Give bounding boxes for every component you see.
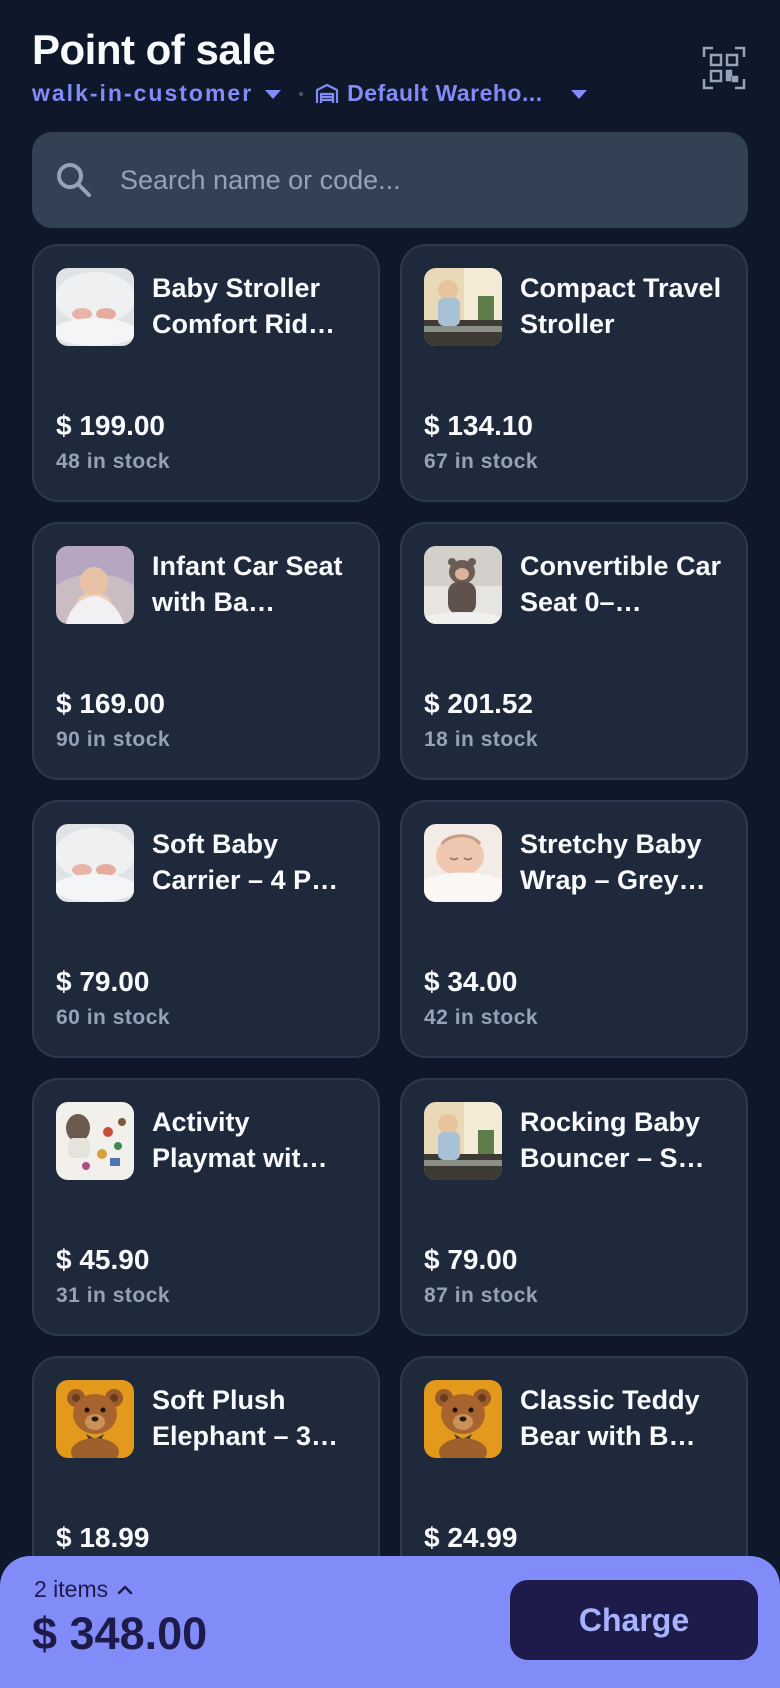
product-image [424, 268, 502, 346]
product-card[interactable]: Infant Car Seat with Ba… $ 169.00 90 in st… [32, 522, 380, 780]
product-card[interactable]: Convertible Car Seat 0–… $ 201.52 18 in st… [400, 522, 748, 780]
product-price: $ 199.00 [56, 410, 165, 441]
product-grid: Baby Stroller Comfort Rid… $ 199.00 48 in … [32, 244, 748, 1614]
charge-button[interactable]: Charge [510, 1580, 758, 1660]
product-stock: 42 in stock [424, 1006, 539, 1029]
product-price: $ 24.99 [424, 1522, 518, 1553]
cart-total: $ 348.00 [32, 1608, 208, 1659]
product-name: Convertible Car Seat 0–… [520, 551, 722, 617]
context-row: walk-in-customer Default Wareho... [32, 80, 748, 107]
product-image [56, 268, 134, 346]
product-card[interactable]: Soft Baby Carrier – 4 P… $ 79.00 60 in sto… [32, 800, 380, 1058]
product-image [56, 824, 134, 902]
chevron-up-icon [117, 1585, 133, 1594]
product-image [424, 546, 502, 624]
product-price: $ 134.10 [424, 410, 533, 441]
product-stock: 60 in stock [56, 1006, 171, 1029]
chevron-down-icon[interactable] [265, 90, 282, 99]
product-card[interactable]: Compact Travel Stroller $ 134.10 67 in sto… [400, 244, 748, 502]
product-name: Activity Playmat wit… [152, 1107, 328, 1173]
product-image [56, 1380, 134, 1458]
product-price: $ 18.99 [56, 1522, 150, 1553]
chevron-down-icon[interactable] [570, 90, 587, 99]
product-name: Soft Plush Elephant – 3… [152, 1385, 339, 1451]
cart-items-count: 2 items [34, 1576, 109, 1602]
product-price: $ 79.00 [56, 966, 150, 997]
product-name: Stretchy Baby Wrap – Grey… [520, 829, 706, 895]
product-image [424, 1102, 502, 1180]
product-name: Classic Teddy Bear with B… [520, 1385, 700, 1451]
product-name: Compact Travel Stroller [520, 273, 722, 339]
product-price: $ 45.90 [56, 1244, 150, 1275]
product-name: Baby Stroller Comfort Rid… [152, 273, 335, 339]
separator-dot [299, 91, 304, 96]
product-price: $ 169.00 [56, 688, 165, 719]
search-input[interactable] [120, 164, 748, 196]
product-price: $ 79.00 [424, 1244, 518, 1275]
product-name: Infant Car Seat with Ba… [152, 551, 343, 617]
cart-items-toggle[interactable]: 2 items [34, 1576, 134, 1603]
cart-bar: 2 items $ 348.00 Charge [0, 1556, 780, 1688]
product-image [424, 824, 502, 902]
product-stock: 90 in stock [56, 728, 171, 751]
warehouse-selector[interactable]: Default Wareho... [347, 80, 543, 107]
search-bar[interactable] [32, 132, 748, 228]
product-stock: 67 in stock [424, 450, 539, 473]
product-stock: 48 in stock [56, 450, 171, 473]
product-stock: 87 in stock [424, 1284, 539, 1307]
product-stock: 18 in stock [424, 728, 539, 751]
product-stock: 31 in stock [56, 1284, 171, 1307]
product-image [56, 1102, 134, 1180]
warehouse-icon [316, 83, 339, 103]
header: Point of sale walk-in-customer Default W… [32, 26, 748, 116]
product-price: $ 201.52 [424, 688, 533, 719]
page-title: Point of sale [32, 26, 276, 73]
qr-scan-icon[interactable] [702, 46, 746, 90]
product-image [424, 1380, 502, 1458]
product-price: $ 34.00 [424, 966, 518, 997]
product-card[interactable]: Rocking Baby Bouncer – S… $ 79.00 87 in st… [400, 1078, 748, 1336]
customer-selector[interactable]: walk-in-customer [32, 80, 253, 107]
product-name: Soft Baby Carrier – 4 P… [152, 829, 339, 895]
product-card[interactable]: Stretchy Baby Wrap – Grey… $ 34.00 42 in s… [400, 800, 748, 1058]
product-image [56, 546, 134, 624]
pos-screen: Point of sale walk-in-customer Default W… [0, 0, 780, 1688]
product-name: Rocking Baby Bouncer – S… [520, 1107, 705, 1173]
search-icon [57, 163, 91, 197]
product-card[interactable]: Activity Playmat wit… $ 45.90 31 in stock [32, 1078, 380, 1336]
product-card[interactable]: Baby Stroller Comfort Rid… $ 199.00 48 in … [32, 244, 380, 502]
